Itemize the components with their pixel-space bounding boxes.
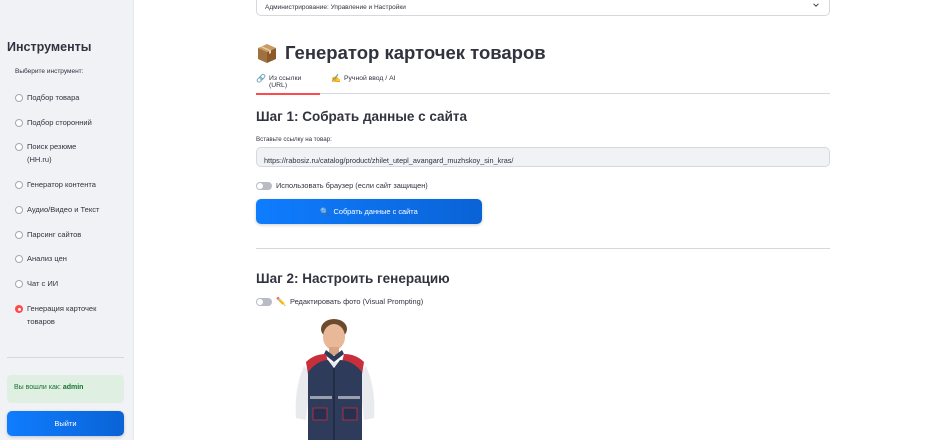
- radio-icon: [15, 206, 23, 214]
- toggle-switch[interactable]: [256, 181, 272, 190]
- sidebar-item-label: Подбор сторонний: [27, 118, 92, 127]
- url-input[interactable]: [256, 147, 830, 167]
- sidebar-item-product-selection[interactable]: Подбор товара: [15, 92, 127, 105]
- tab-label: Из ссылки (URL): [268, 75, 302, 89]
- section-select[interactable]: Администрирование: Управление и Настройк…: [256, 0, 830, 16]
- radio-icon: [15, 143, 23, 151]
- use-browser-toggle[interactable]: Использовать браузер (если сайт защищен): [256, 181, 428, 190]
- sidebar-item-label: Анализ цен: [27, 254, 67, 263]
- logout-button[interactable]: Выйти: [7, 411, 124, 436]
- toggle-label: Использовать браузер (если сайт защищен): [276, 181, 428, 190]
- radio-selected-icon: [15, 305, 23, 313]
- sidebar-item-label: Парсинг сайтов: [27, 230, 82, 239]
- sidebar-item-label: Подбор товара: [27, 93, 80, 102]
- tab-bar: 🔗 Из ссылки (URL) ✍️ Ручной ввод / AI: [256, 72, 830, 95]
- pencil-icon: ✏️: [276, 297, 286, 306]
- sidebar-item-site-parsing[interactable]: Парсинг сайтов: [15, 229, 127, 242]
- sidebar-item-audio-video-text[interactable]: Аудио/Видео и Текст: [15, 204, 127, 217]
- sidebar-item-resume-search[interactable]: Поиск резюме (HH.ru): [15, 141, 95, 166]
- package-box-icon: [258, 44, 276, 63]
- sidebar-item-product-card-generation[interactable]: Генерация карточек товаров: [15, 303, 115, 328]
- section-select-value: Администрирование: Управление и Настройк…: [265, 4, 406, 11]
- radio-icon: [15, 94, 23, 102]
- step2-heading: Шаг 2: Настроить генерацию: [256, 271, 450, 286]
- sidebar-item-label: Чат с ИИ: [27, 279, 59, 288]
- app: Инструменты Выберите инструмент: Подбор …: [0, 0, 940, 440]
- url-field-label: Вставьте ссылку на товар:: [256, 136, 332, 143]
- tab-from-url[interactable]: 🔗 Из ссылки (URL): [256, 72, 320, 95]
- collect-data-label: Собрать данные с сайта: [333, 207, 418, 216]
- page-title-text: Генератор карточек товаров: [285, 42, 546, 63]
- chevron-down-icon: [813, 3, 819, 7]
- edit-photo-toggle[interactable]: ✏️ Редактировать фото (Visual Prompting): [256, 297, 423, 306]
- sidebar-item-label: Генерация карточек товаров: [27, 304, 97, 326]
- sidebar: Инструменты Выберите инструмент: Подбор …: [0, 0, 134, 440]
- sidebar-title: Инструменты: [7, 40, 92, 54]
- toggle-switch[interactable]: [256, 297, 272, 306]
- collect-data-button[interactable]: 🔍 Собрать данные с сайта: [256, 199, 482, 224]
- link-icon: 🔗: [256, 74, 266, 83]
- radio-icon: [15, 119, 23, 127]
- sidebar-item-price-analysis[interactable]: Анализ цен: [15, 253, 127, 266]
- product-photo: [295, 319, 375, 440]
- radio-icon: [15, 280, 23, 288]
- sidebar-item-content-generator[interactable]: Генератор контента: [15, 179, 127, 192]
- tab-label: Ручной ввод / AI: [343, 75, 396, 82]
- sidebar-divider: [7, 357, 124, 358]
- radio-icon: [15, 255, 23, 263]
- login-prefix: Вы вошли как:: [14, 384, 61, 391]
- sidebar-item-label: Аудио/Видео и Текст: [27, 205, 100, 214]
- step1-heading: Шаг 1: Собрать данные с сайта: [256, 109, 467, 124]
- section-divider: [256, 248, 830, 249]
- login-username: admin: [62, 384, 84, 391]
- radio-icon: [15, 231, 23, 239]
- login-status-box: Вы вошли как: admin: [7, 375, 124, 403]
- sidebar-item-ai-chat[interactable]: Чат с ИИ: [15, 278, 127, 291]
- sidebar-subtitle: Выберите инструмент:: [15, 68, 84, 75]
- toggle-label: Редактировать фото (Visual Prompting): [289, 297, 424, 306]
- radio-icon: [15, 181, 23, 189]
- sidebar-item-label: Поиск резюме (HH.ru): [27, 142, 77, 164]
- writing-hand-icon: ✍️: [331, 74, 341, 83]
- sidebar-item-label: Генератор контента: [27, 180, 96, 189]
- page-title: Генератор карточек товаров: [256, 42, 546, 64]
- tab-manual-input[interactable]: ✍️ Ручной ввод / AI: [331, 72, 396, 94]
- search-icon: 🔍: [320, 207, 330, 216]
- sidebar-item-third-party-selection[interactable]: Подбор сторонний: [15, 117, 127, 130]
